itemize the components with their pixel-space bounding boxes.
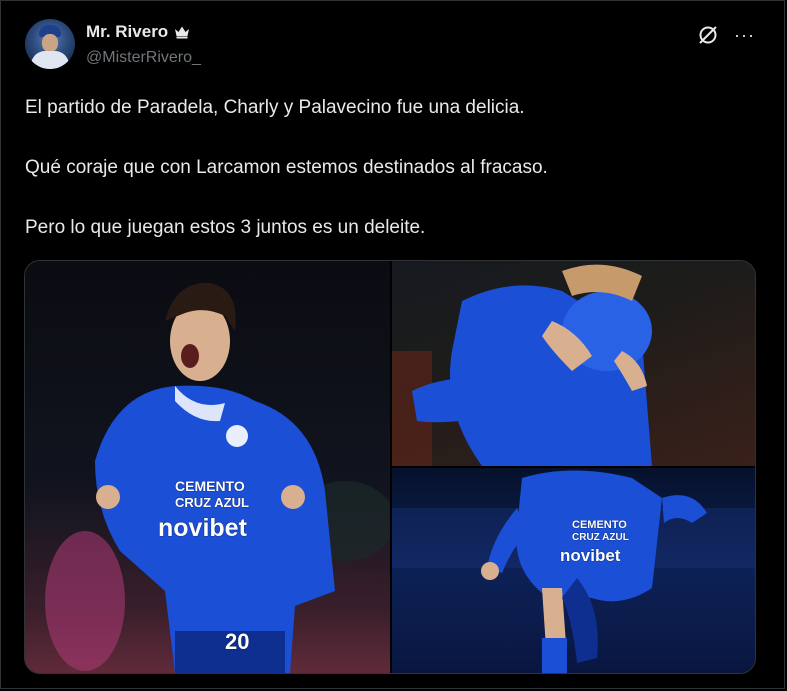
author-name[interactable]: Mr. Rivero (86, 22, 168, 42)
avatar-face (42, 34, 58, 52)
player-kissing-badge-illustration (392, 264, 652, 466)
media-grid: CEMENTO CRUZ AZUL novibet 20 CEMENTO CRU… (24, 260, 756, 674)
tweet-text: El partido de Paradela, Charly y Palavec… (25, 96, 745, 239)
sponsor-text: CEMENTO (572, 519, 627, 531)
avatar[interactable] (25, 19, 75, 69)
sponsor-text: CEMENTO (175, 478, 245, 494)
grok-icon[interactable] (697, 24, 719, 46)
author-handle[interactable]: @MisterRivero_ (86, 49, 201, 67)
player-jumping-illustration (392, 470, 755, 673)
brand-text: novibet (560, 546, 621, 565)
jersey-number: 20 (225, 629, 250, 654)
avatar-shirt (31, 51, 69, 69)
sponsor-text-2: CRUZ AZUL (175, 495, 249, 510)
photo-player-kissing-badge[interactable] (392, 261, 755, 466)
tweet-paragraph: El partido de Paradela, Charly y Palavec… (25, 97, 525, 118)
more-options-icon[interactable]: ··· (734, 25, 755, 46)
photo-player-jumping[interactable]: CEMENTO CRUZ AZUL novibet (392, 468, 755, 673)
photo-player-celebrating[interactable]: CEMENTO CRUZ AZUL novibet 20 (25, 261, 390, 673)
media-divider (392, 466, 755, 468)
tweet-paragraph: Pero lo que juegan estos 3 juntos es un … (25, 217, 426, 238)
author-row: Mr. Rivero (86, 22, 190, 42)
sponsor-text-2: CRUZ AZUL (572, 532, 629, 543)
brand-text: novibet (158, 514, 247, 542)
crown-icon (175, 26, 190, 39)
tweet-paragraph: Qué coraje que con Larcamon estemos dest… (25, 157, 548, 178)
player-celebrating-illustration (45, 282, 390, 673)
